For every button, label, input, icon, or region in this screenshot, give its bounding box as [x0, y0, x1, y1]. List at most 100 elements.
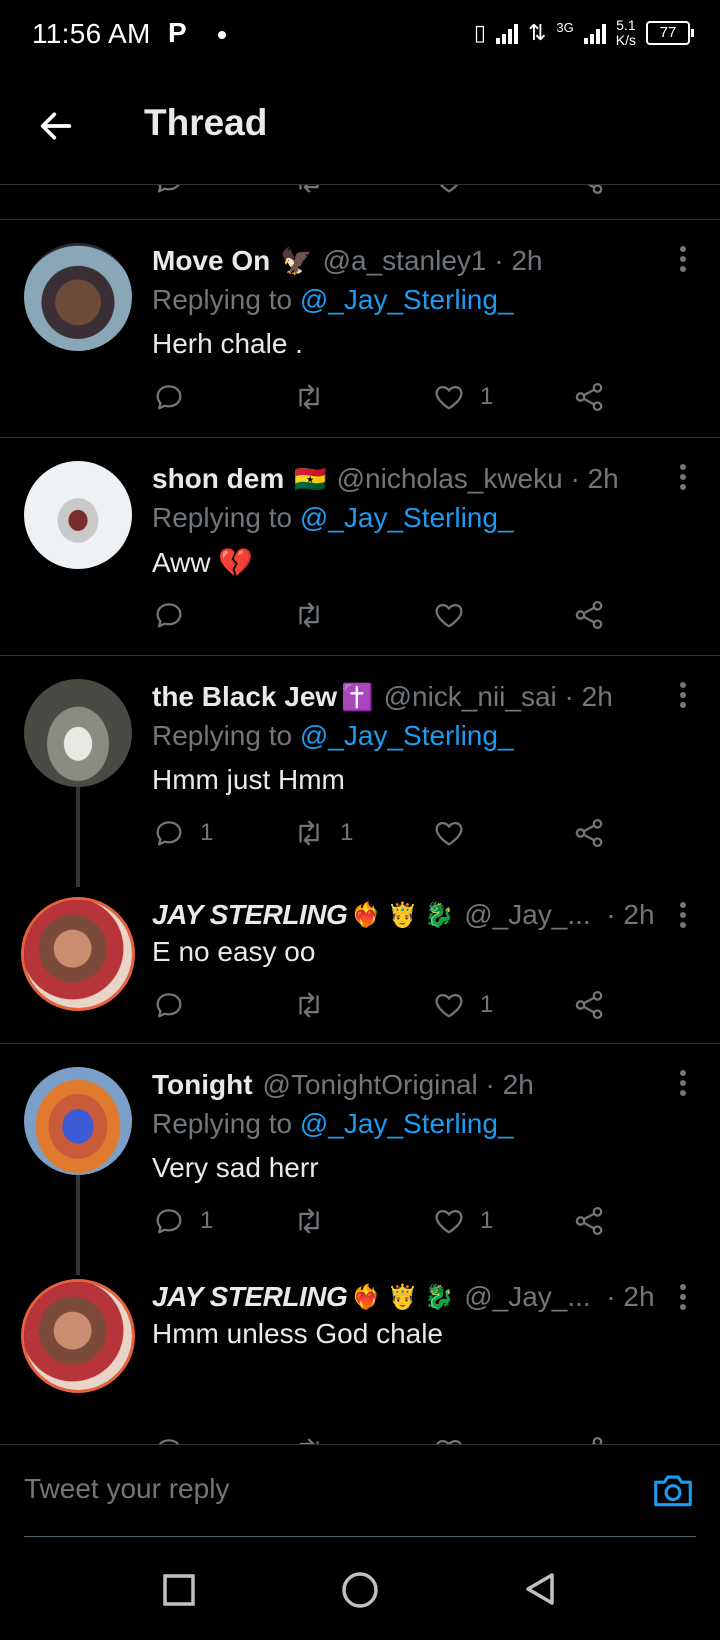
display-name[interactable]: JAY STERLING — [152, 1281, 348, 1313]
share-button[interactable] — [572, 380, 606, 414]
handle[interactable]: @nicholas_kweku — [337, 463, 563, 495]
tweet-header: JAY STERLING ❤️‍🔥 🤴 🐉 @_Jay_... · 2h — [152, 1278, 696, 1316]
like-button[interactable] — [432, 598, 480, 632]
like-button[interactable] — [432, 185, 466, 197]
handle[interactable]: @TonightOriginal — [263, 1069, 478, 1101]
share-icon — [572, 816, 606, 850]
reply-input[interactable]: Tweet your reply — [24, 1473, 229, 1505]
retweet-button[interactable] — [292, 988, 340, 1022]
system-nav-bar — [0, 1537, 720, 1640]
avatar[interactable] — [24, 461, 132, 569]
avatar[interactable] — [24, 1067, 132, 1175]
replying-prefix: Replying to — [152, 720, 293, 751]
mention-link[interactable]: @_Jay_Sterling_ — [300, 720, 514, 751]
more-options-icon[interactable] — [680, 464, 688, 494]
data-arrows-icon: ⇅ — [527, 20, 547, 45]
share-button[interactable] — [572, 598, 606, 632]
more-options-icon[interactable] — [680, 1284, 688, 1314]
timestamp: · 2h — [564, 681, 613, 712]
retweet-button[interactable]: 1 — [292, 816, 353, 850]
back-arrow-icon[interactable] — [36, 106, 76, 146]
mention-link[interactable]: @_Jay_Sterling_ — [300, 1108, 514, 1139]
back-triangle-icon[interactable] — [522, 1571, 558, 1607]
flag-badge: 🇬🇭 — [294, 463, 327, 494]
share-button[interactable] — [572, 185, 606, 197]
like-count: 1 — [480, 383, 494, 410]
more-options-icon[interactable] — [680, 1070, 688, 1100]
retweet-icon — [292, 988, 326, 1022]
heart-icon — [432, 380, 466, 414]
more-options-icon[interactable] — [680, 902, 688, 932]
handle[interactable]: @a_stanley1 — [323, 245, 487, 277]
share-button[interactable] — [572, 816, 606, 850]
tweet[interactable]: the Black Jew ✝️ @nick_nii_sai · 2h Repl… — [0, 656, 720, 887]
retweet-button[interactable] — [292, 380, 340, 414]
avatar[interactable] — [24, 679, 132, 787]
like-button[interactable]: 1 — [432, 988, 493, 1022]
timestamp: · 2h — [494, 245, 543, 276]
reply-icon — [152, 816, 186, 850]
display-name[interactable]: shon dem — [152, 463, 284, 495]
home-circle-icon[interactable] — [340, 1570, 380, 1610]
retweet-button[interactable] — [292, 598, 340, 632]
timestamp: · 2h — [570, 463, 619, 494]
reply-button[interactable] — [152, 380, 200, 414]
reply-composer[interactable]: Tweet your reply — [0, 1444, 720, 1537]
avatar[interactable] — [24, 900, 132, 1008]
tweet-text: E no easy oo — [152, 936, 316, 967]
avatar[interactable] — [24, 1282, 132, 1390]
tweet-content: Move On 🦅 @a_stanley1 · 2h Replying to @… — [152, 242, 696, 368]
share-button[interactable] — [572, 988, 606, 1022]
timestamp: · 2h — [606, 899, 655, 930]
reply-button[interactable]: 1 — [152, 1204, 213, 1238]
retweet-button[interactable] — [292, 1204, 340, 1238]
timestamp: · 2h — [485, 1069, 534, 1100]
tweet[interactable]: JAY STERLING ❤️‍🔥 🤴 🐉 @_Jay_... · 2h Hmm… — [0, 1258, 720, 1445]
replying-to: Replying to @_Jay_Sterling_ — [152, 502, 696, 540]
display-name[interactable]: Tonight — [152, 1069, 253, 1101]
display-name[interactable]: the Black Jew — [152, 681, 337, 713]
tweet[interactable]: JAY STERLING ❤️‍🔥 🤴 🐉 @_Jay_... · 2h E n… — [0, 876, 720, 1046]
tweet-actions: 1 1 — [152, 1204, 632, 1244]
recents-square-icon[interactable] — [162, 1573, 196, 1607]
retweet-icon — [292, 185, 326, 197]
reply-button[interactable]: 1 — [152, 816, 213, 850]
display-name[interactable]: JAY STERLING — [152, 899, 348, 931]
reply-button[interactable] — [152, 185, 186, 197]
like-button[interactable]: 1 — [432, 380, 493, 414]
tweet[interactable]: Tonight @TonightOriginal · 2h Replying t… — [0, 1044, 720, 1275]
retweet-count: 1 — [340, 819, 354, 846]
share-icon — [572, 1204, 606, 1238]
handle[interactable]: @nick_nii_sai — [384, 681, 557, 713]
mention-link[interactable]: @_Jay_Sterling_ — [300, 502, 514, 533]
tweet-header: Move On 🦅 @a_stanley1 · 2h — [152, 242, 696, 280]
tweet-header: JAY STERLING ❤️‍🔥 🤴 🐉 @_Jay_... · 2h — [152, 896, 696, 934]
tweet[interactable]: Move On 🦅 @a_stanley1 · 2h Replying to @… — [0, 220, 720, 438]
display-name[interactable]: Move On — [152, 245, 270, 277]
mention-link[interactable]: @_Jay_Sterling_ — [300, 284, 514, 315]
vibrate-icon: ▯ — [473, 20, 486, 45]
like-button[interactable] — [432, 816, 480, 850]
tweet[interactable]: shon dem 🇬🇭 @nicholas_kweku · 2h Replyin… — [0, 438, 720, 656]
retweet-button[interactable] — [292, 185, 326, 197]
status-time: 11:56 AM — [32, 18, 151, 49]
avatar[interactable] — [24, 243, 132, 351]
signal-icon-2 — [583, 22, 606, 44]
handle[interactable]: @_Jay_... — [464, 1281, 590, 1313]
thread-connector — [76, 787, 80, 887]
notification-p-icon: P — [168, 17, 187, 48]
share-button[interactable] — [572, 1204, 606, 1238]
like-button[interactable]: 1 — [432, 1204, 493, 1238]
replying-to: Replying to @_Jay_Sterling_ — [152, 720, 696, 758]
handle[interactable]: @_Jay_... — [464, 899, 590, 931]
reply-icon — [152, 1204, 186, 1238]
more-options-icon[interactable] — [680, 682, 688, 712]
camera-icon[interactable] — [652, 1471, 694, 1509]
reply-button[interactable] — [152, 598, 200, 632]
replying-to: Replying to @_Jay_Sterling_ — [152, 1108, 696, 1146]
emoji-badges: ❤️‍🔥 🤴 🐉 — [351, 901, 455, 929]
status-icons: ▯ ⇅ 3G 5.1 K/s 77 — [473, 18, 694, 48]
reply-button[interactable] — [152, 988, 200, 1022]
thread-feed[interactable]: Move On 🦅 @a_stanley1 · 2h Replying to @… — [0, 185, 720, 1445]
more-options-icon[interactable] — [680, 246, 688, 276]
